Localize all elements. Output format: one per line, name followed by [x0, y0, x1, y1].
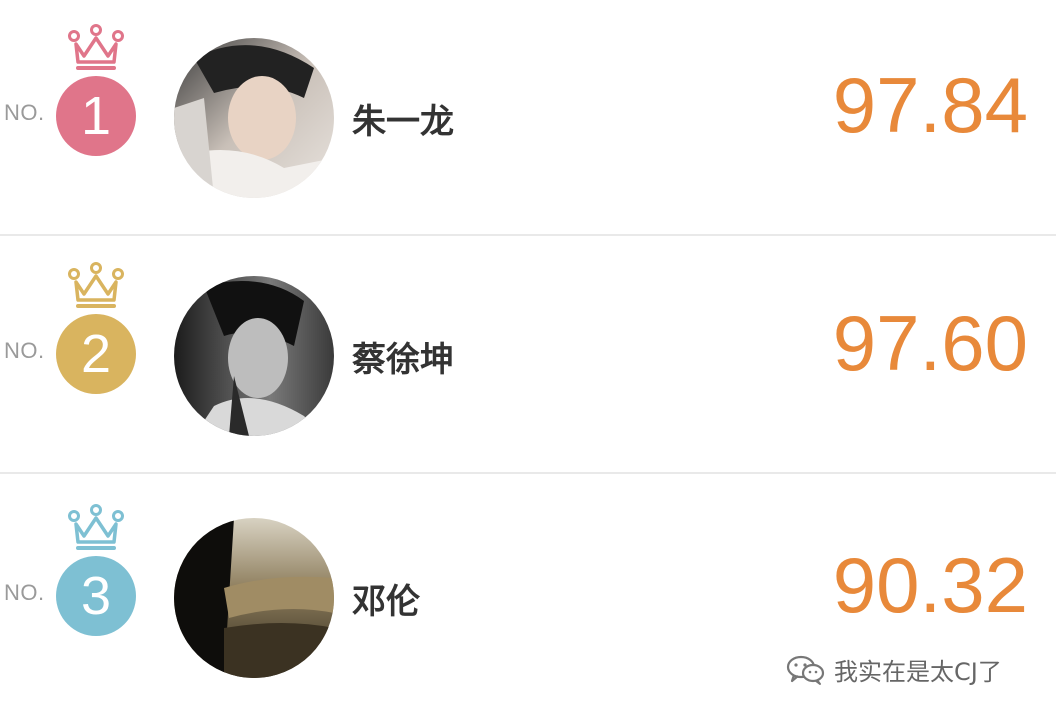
- rank-badge: 2: [56, 314, 136, 394]
- portrait-photo: [174, 38, 334, 198]
- no-label: NO.: [4, 580, 45, 605]
- artist-name: 邓伦: [352, 582, 420, 622]
- score-value: 97.60: [832, 299, 1028, 387]
- score-value: 90.32: [832, 541, 1028, 629]
- ranking-row[interactable]: NO. 1 朱一龙 97.84: [0, 0, 1056, 236]
- crown-icon: [68, 504, 124, 550]
- rank-badge: 1: [56, 76, 136, 156]
- portrait-photo: [174, 276, 334, 436]
- wechat-watermark: 我实在是太CJ了: [786, 652, 1002, 687]
- score-value: 97.84: [832, 61, 1028, 149]
- wechat-icon: [786, 655, 825, 685]
- watermark-text: 我实在是太CJ了: [834, 658, 1002, 686]
- crown-icon: [68, 262, 124, 308]
- crown-icon: [68, 24, 124, 70]
- avatar[interactable]: [174, 518, 334, 678]
- artist-name: 朱一龙: [352, 102, 454, 142]
- portrait-photo: [174, 518, 334, 678]
- no-label: NO.: [4, 338, 45, 363]
- avatar[interactable]: [174, 276, 334, 436]
- ranking-row[interactable]: NO. 2 蔡徐坤 97.60: [0, 238, 1056, 474]
- rank-number: 1: [80, 86, 112, 146]
- no-label: NO.: [4, 100, 45, 125]
- ranking-list: NO. 1 朱一龙 97.84 NO. 2 蔡徐坤 97.60 NO. 3 邓伦…: [0, 0, 1056, 720]
- rank-number: 2: [80, 324, 112, 384]
- rank-number: 3: [80, 566, 112, 626]
- artist-name: 蔡徐坤: [352, 340, 454, 380]
- rank-badge: 3: [56, 556, 136, 636]
- avatar[interactable]: [174, 38, 334, 198]
